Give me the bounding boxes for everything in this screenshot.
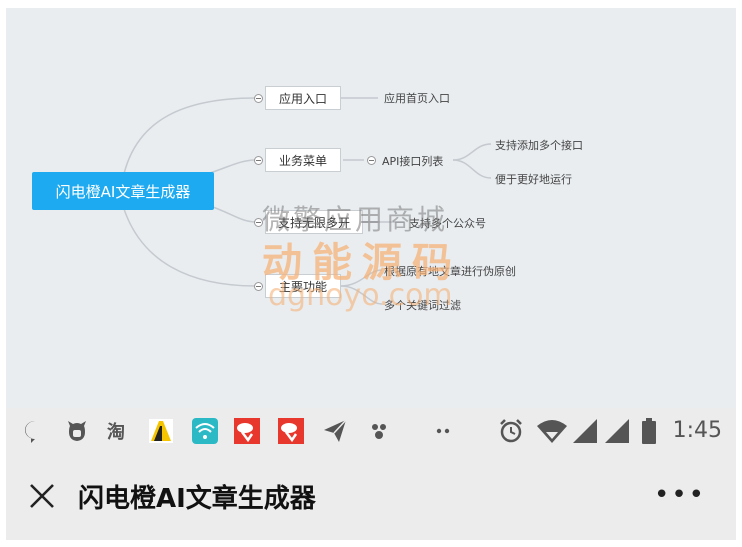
red-app-icon <box>234 418 260 444</box>
connector-branch3 <box>209 205 257 223</box>
collapse-toggle-branch2[interactable] <box>254 156 263 165</box>
close-icon[interactable] <box>28 482 56 510</box>
ghost-icon <box>68 421 86 441</box>
collapse-toggle-branch1[interactable] <box>254 94 263 103</box>
leaf-multi-api[interactable]: 支持添加多个接口 <box>495 137 583 153</box>
pets-icon <box>372 424 386 439</box>
alarm-icon <box>500 419 522 443</box>
more-options-button[interactable]: ••• <box>654 480 706 510</box>
cell-signal-icon <box>605 419 629 443</box>
node-business-menu[interactable]: 业务菜单 <box>265 148 341 172</box>
svg-text:淘: 淘 <box>107 421 125 443</box>
leaf-better-run[interactable]: 便于更好地运行 <box>495 171 572 187</box>
leaf-app-home-entry[interactable]: 应用首页入口 <box>384 90 450 106</box>
status-time: 1:45 <box>672 418 722 443</box>
app-a-icon <box>149 419 173 443</box>
connector-branch2 <box>209 159 257 174</box>
connector-branch1 <box>122 97 257 179</box>
battery-icon <box>642 418 656 444</box>
taobao-icon: 淘 <box>107 421 125 443</box>
connector-b2-leaf2 <box>452 159 492 179</box>
root-node[interactable]: 闪电橙AI文章生成器 <box>32 172 214 210</box>
wifi-app-icon <box>192 418 218 444</box>
red-app-icon <box>278 418 304 444</box>
node-api-list[interactable]: API接口列表 <box>382 153 443 169</box>
send-icon <box>324 419 347 442</box>
wifi-signal-icon <box>537 420 567 443</box>
watermark-url: dgnoyo.com <box>268 278 453 313</box>
connector-b2-leaf1 <box>452 143 492 161</box>
message-icon <box>24 421 42 443</box>
dots-icon <box>436 428 450 434</box>
node-app-entry[interactable]: 应用入口 <box>265 86 341 110</box>
title-bar: 闪电橙AI文章生成器 ••• <box>6 456 736 540</box>
status-bar: 淘 1:45 <box>6 408 736 456</box>
cell-signal-icon <box>573 419 597 443</box>
connector-branch4 <box>122 205 257 287</box>
mindmap-canvas: 闪电橙AI文章生成器 应用入口 应用首页入口 业务菜单 API接口列表 支持添加… <box>6 8 736 408</box>
page-title: 闪电橙AI文章生成器 <box>78 484 316 514</box>
collapse-toggle-api[interactable] <box>367 156 376 165</box>
